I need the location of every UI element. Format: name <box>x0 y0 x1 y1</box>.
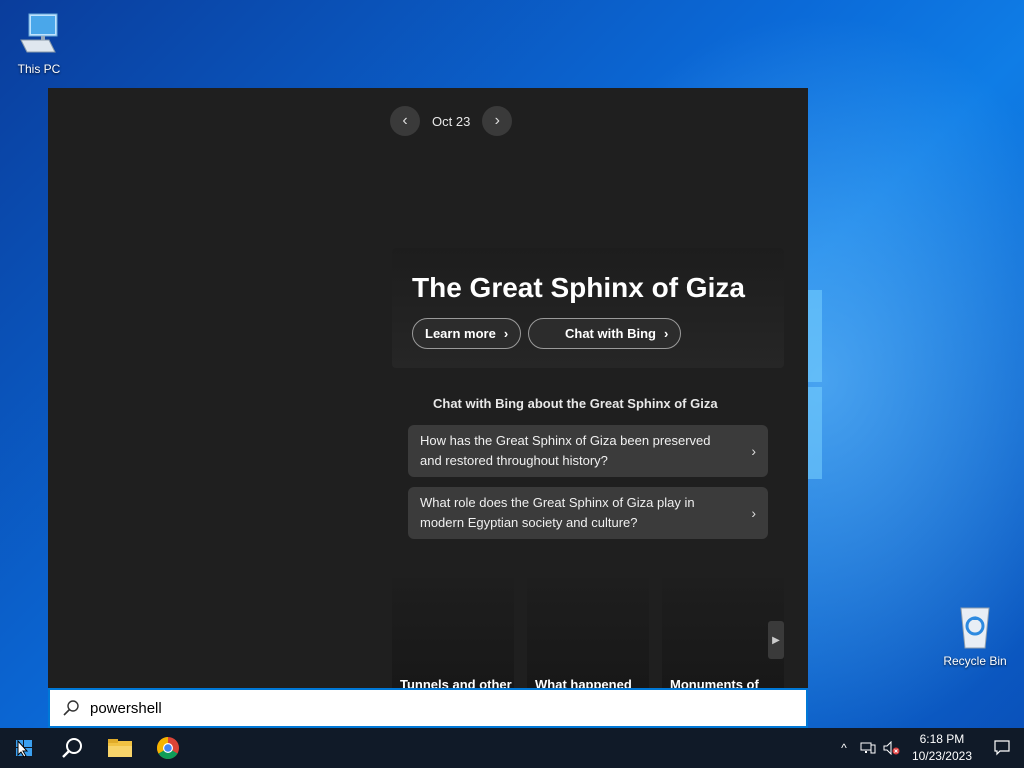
recycle-bin-icon <box>951 602 999 650</box>
computer-icon <box>15 10 63 58</box>
chrome-icon <box>157 737 179 759</box>
previous-day-button[interactable]: ‹ <box>390 106 420 136</box>
chevron-right-icon: › <box>503 326 509 341</box>
start-button[interactable] <box>0 728 48 768</box>
suggested-question-card[interactable]: How has the Great Sphinx of Giza been pr… <box>408 425 768 477</box>
volume-muted-icon[interactable] <box>880 728 904 768</box>
learn-more-label: Learn more <box>425 326 496 341</box>
taskbar: ^ 6:18 PM 10/23/2023 <box>0 728 1024 768</box>
windows-logo-pane <box>808 290 822 382</box>
desktop-icon-label: Recycle Bin <box>943 654 1007 668</box>
hero-title: The Great Sphinx of Giza <box>412 272 745 303</box>
date-navigator: ‹ Oct 23 › <box>390 106 513 136</box>
chevron-right-icon: › <box>751 505 756 521</box>
question-text: What role does the Great Sphinx of Giza … <box>420 495 695 530</box>
story-tile[interactable]: Tunnels and other <box>392 578 514 688</box>
chat-heading: Chat with Bing about the Great Sphinx of… <box>433 396 718 411</box>
system-tray: ^ 6:18 PM 10/23/2023 <box>832 728 1024 768</box>
windows-logo-pane <box>808 387 822 479</box>
date-label: Oct 23 <box>432 113 471 129</box>
mouse-cursor-icon <box>17 740 29 758</box>
learn-more-button[interactable]: Learn more › <box>412 318 522 349</box>
chat-with-bing-button[interactable]: Chat with Bing › <box>528 318 682 349</box>
chat-with-bing-label: Chat with Bing <box>565 326 656 341</box>
desktop-icon-this-pc[interactable]: This PC <box>1 10 77 76</box>
clock-date: 10/23/2023 <box>911 749 972 763</box>
story-tile[interactable]: Monuments of <box>662 578 784 688</box>
story-tile-label: What happened <box>535 677 632 688</box>
story-tile[interactable]: What happened <box>527 578 649 688</box>
chevron-up-icon: ^ <box>841 741 847 755</box>
suggested-question-card[interactable]: What role does the Great Sphinx of Giza … <box>408 487 768 539</box>
triangle-right-icon: ▶ <box>772 634 780 646</box>
network-icon[interactable] <box>856 728 880 768</box>
next-day-button[interactable]: › <box>482 106 513 136</box>
folder-icon <box>108 739 132 757</box>
search-flyout: ‹ Oct 23 › The Great Sphinx of Giza Lear… <box>48 88 808 688</box>
hero-card: The Great Sphinx of Giza Learn more › Ch… <box>392 248 784 368</box>
action-center-button[interactable] <box>980 728 1024 768</box>
notification-icon <box>994 740 1010 756</box>
chrome-button[interactable] <box>144 728 192 768</box>
story-tile-label: Tunnels and other <box>400 677 512 688</box>
carousel-next-button[interactable]: ▶ <box>768 621 784 659</box>
show-hidden-icons-button[interactable]: ^ <box>832 728 856 768</box>
file-explorer-button[interactable] <box>96 728 144 768</box>
chevron-left-icon: ‹ <box>402 112 408 129</box>
search-icon <box>62 699 80 717</box>
story-tile-label: Monuments of <box>670 677 759 688</box>
search-box[interactable] <box>48 688 808 728</box>
search-icon <box>62 738 82 758</box>
chevron-right-icon: › <box>494 112 500 129</box>
search-input[interactable] <box>90 699 690 717</box>
clock-time: 6:18 PM <box>919 732 965 746</box>
desktop-icon-recycle-bin[interactable]: Recycle Bin <box>937 602 1013 668</box>
chevron-right-icon: › <box>751 443 756 459</box>
clock[interactable]: 6:18 PM 10/23/2023 <box>904 731 980 765</box>
question-text: How has the Great Sphinx of Giza been pr… <box>420 433 711 468</box>
chevron-right-icon: › <box>664 326 669 341</box>
search-taskbar-button[interactable] <box>48 728 96 768</box>
desktop-icon-label: This PC <box>17 62 61 76</box>
